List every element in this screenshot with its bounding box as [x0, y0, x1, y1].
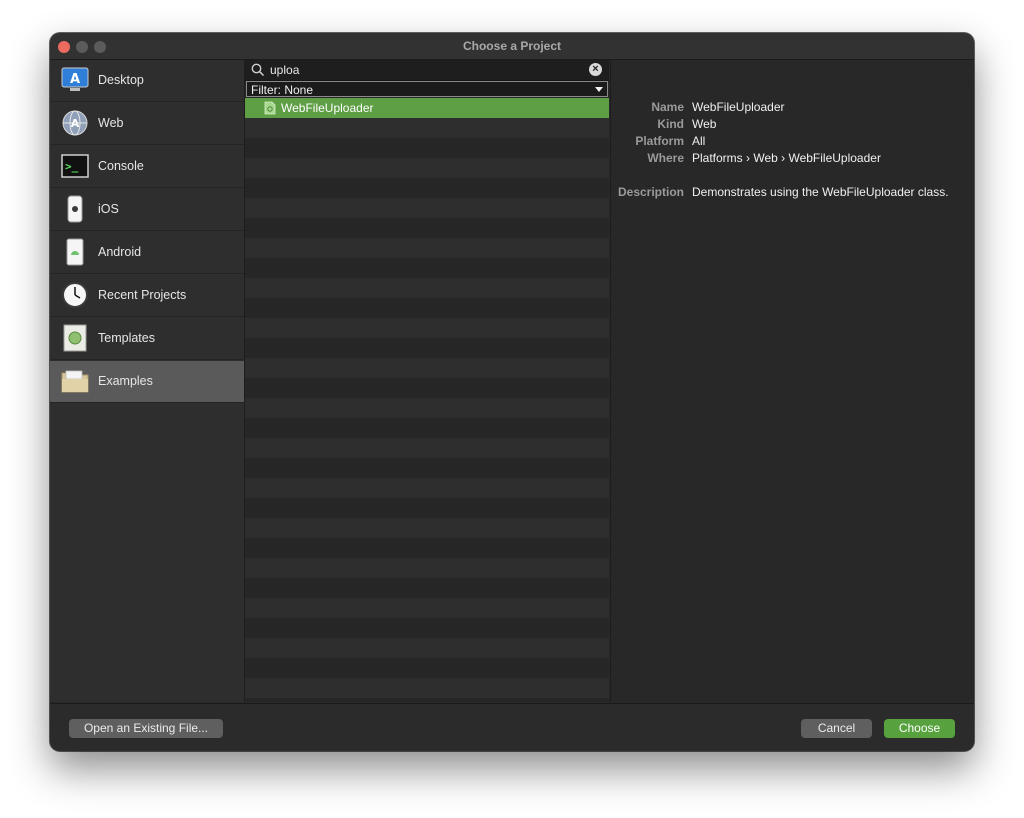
detail-value: All [692, 134, 706, 148]
open-existing-file-button[interactable]: Open an Existing File... [69, 719, 223, 738]
sidebar-item-label: Console [98, 159, 144, 173]
search-field[interactable]: uploa × [245, 60, 609, 81]
project-list [245, 98, 609, 702]
folder-icon [61, 367, 89, 395]
sidebar-item-label: Recent Projects [98, 288, 187, 302]
sidebar-item-label: Examples [98, 374, 153, 388]
detail-name: Name WebFileUploader [611, 100, 974, 117]
sidebar-item-console[interactable]: >_ Console [50, 146, 244, 188]
search-icon [251, 63, 265, 77]
detail-platform: Platform All [611, 134, 974, 151]
list-item[interactable]: WebFileUploader [245, 98, 609, 118]
detail-key: Name [651, 100, 684, 114]
project-details-pane: Name WebFileUploader Kind Web Platform A… [610, 60, 974, 702]
detail-value: WebFileUploader [692, 100, 785, 114]
sidebar-item-examples[interactable]: Examples [50, 361, 244, 403]
svg-text:A: A [70, 72, 80, 87]
sidebar-item-desktop[interactable]: A Desktop [50, 60, 244, 102]
terminal-icon: >_ [61, 152, 89, 180]
detail-kind: Kind Web [611, 117, 974, 134]
clear-search-icon[interactable]: × [589, 63, 602, 76]
list-item-label: WebFileUploader [281, 101, 374, 115]
svg-text:>_: >_ [65, 160, 79, 173]
detail-key: Kind [657, 117, 684, 131]
sidebar-item-label: Desktop [98, 73, 144, 87]
choose-button[interactable]: Choose [884, 719, 955, 738]
detail-key: Description [617, 185, 684, 199]
project-list-pane: uploa × Filter: None WebFileUploader [245, 60, 609, 702]
detail-value: Platforms › Web › WebFileUploader [692, 151, 881, 165]
sidebar-item-label: Web [98, 116, 124, 130]
cancel-button[interactable]: Cancel [801, 719, 872, 738]
sidebar-item-android[interactable]: Android [50, 232, 244, 274]
project-file-icon [264, 101, 276, 115]
project-type-sidebar: A Desktop A Web >_ Console iOS Android R… [50, 60, 245, 702]
window-title: Choose a Project [462, 39, 562, 53]
filter-dropdown[interactable]: Filter: None [246, 81, 608, 97]
web-app-icon: A [61, 109, 89, 137]
chevron-down-icon [595, 87, 603, 92]
iphone-icon [61, 195, 89, 223]
detail-value: Demonstrates using the WebFileUploader c… [692, 185, 949, 199]
search-input[interactable]: uploa [270, 63, 299, 77]
choose-project-window: Choose a Project A Desktop A Web >_ Cons… [50, 33, 974, 751]
filter-selected-value: Filter: None [251, 83, 314, 97]
clock-icon [61, 281, 89, 309]
title-bar: Choose a Project [50, 33, 974, 60]
sidebar-item-templates[interactable]: Templates [50, 318, 244, 360]
android-phone-icon [61, 238, 89, 266]
svg-text:A: A [71, 117, 80, 130]
sidebar-item-label: iOS [98, 202, 119, 216]
sidebar-item-ios[interactable]: iOS [50, 189, 244, 231]
detail-description: Description Demonstrates using the WebFi… [611, 185, 974, 202]
detail-where: Where Platforms › Web › WebFileUploader [611, 151, 974, 168]
detail-key: Where [647, 151, 684, 165]
template-document-icon [61, 324, 89, 352]
detail-key: Platform [635, 134, 684, 148]
sidebar-item-label: Templates [98, 331, 155, 345]
desktop-app-icon: A [61, 66, 89, 94]
dialog-footer: Open an Existing File... Cancel Choose [50, 703, 974, 751]
detail-value: Web [692, 117, 717, 131]
sidebar-item-recent-projects[interactable]: Recent Projects [50, 275, 244, 317]
sidebar-item-web[interactable]: A Web [50, 103, 244, 145]
sidebar-item-label: Android [98, 245, 142, 259]
